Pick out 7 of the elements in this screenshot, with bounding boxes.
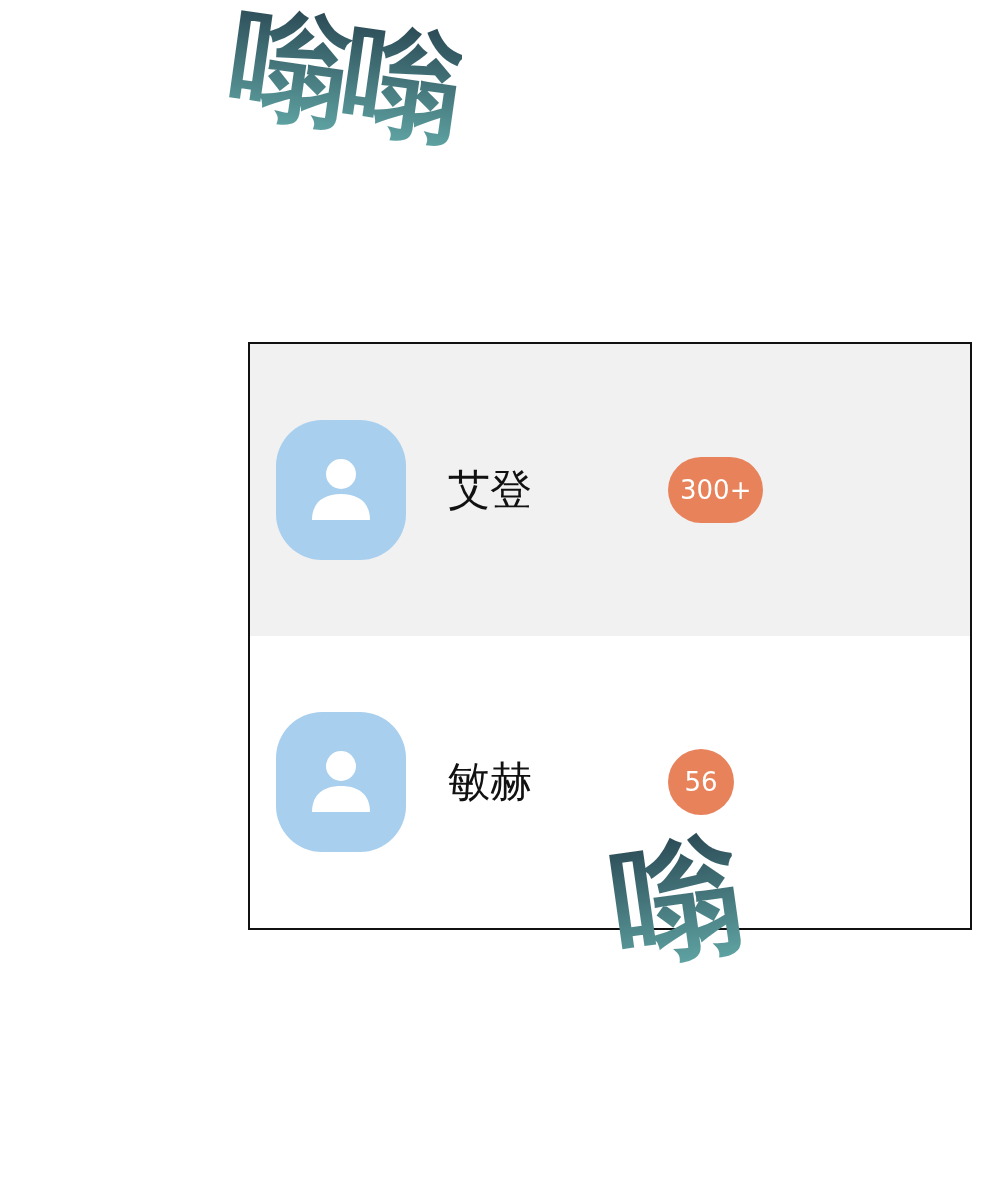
- contact-name: 敏赫: [448, 756, 533, 808]
- contact-row[interactable]: 艾登 300+: [250, 344, 970, 636]
- avatar-icon: [276, 420, 406, 560]
- unread-count: 56: [668, 749, 734, 815]
- contact-name: 艾登: [448, 464, 533, 516]
- avatar-icon: [276, 712, 406, 852]
- unread-count: 300+: [668, 457, 764, 523]
